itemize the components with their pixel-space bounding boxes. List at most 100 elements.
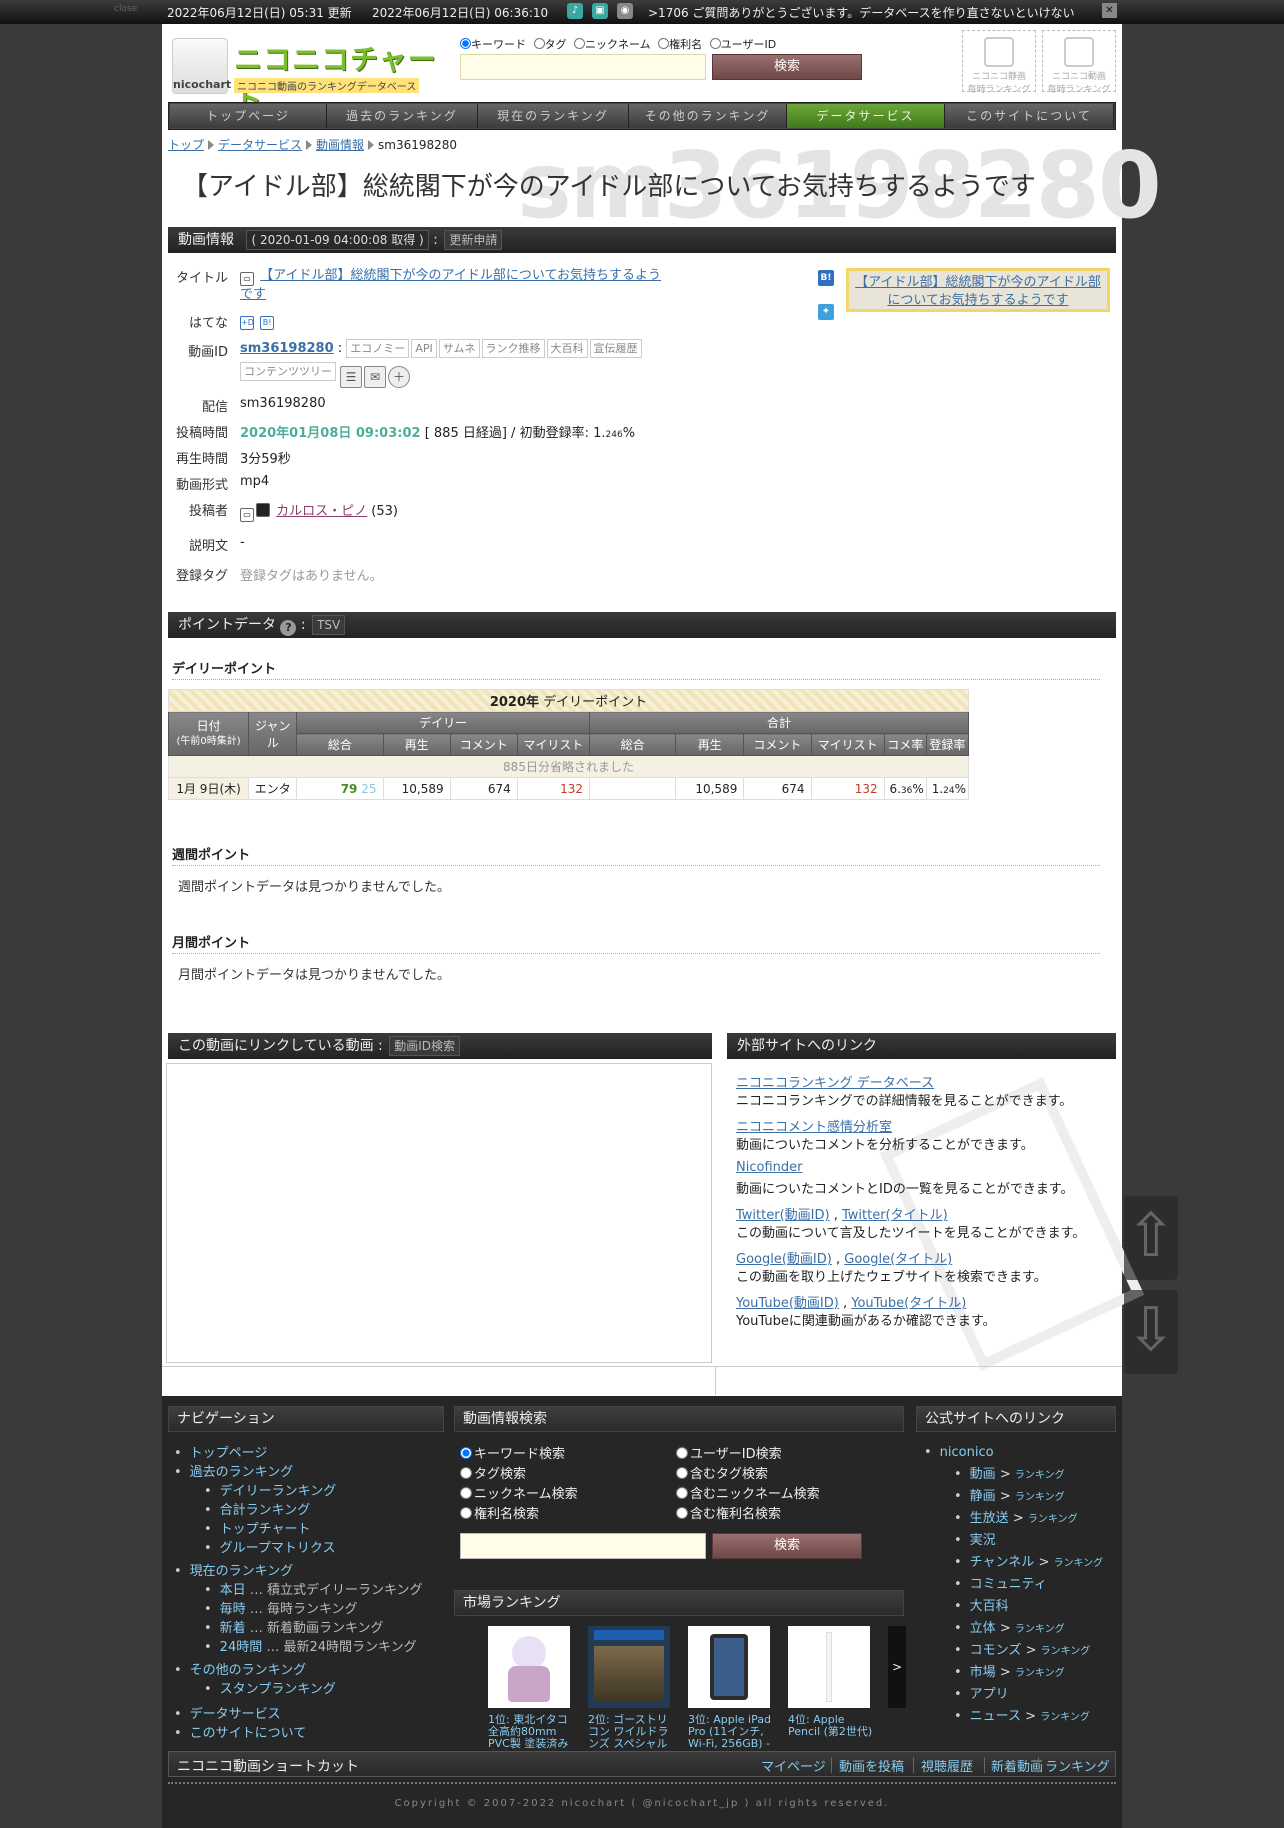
footer-nav-about[interactable]: このサイトについて: [174, 1722, 423, 1741]
footer-nav-other-item[interactable]: スタンプランキング: [174, 1678, 423, 1697]
tag-economy[interactable]: エコノミー: [346, 339, 410, 358]
search-input[interactable]: [460, 54, 706, 80]
nav-past-ranking[interactable]: 過去のランキング: [327, 104, 478, 128]
official-link[interactable]: 大百科: [924, 1596, 1103, 1618]
tsv-button[interactable]: TSV: [312, 615, 346, 635]
ext-link-nicofinder[interactable]: Nicofinder: [736, 1160, 802, 1175]
camera-icon[interactable]: ◉: [617, 3, 633, 19]
official-link[interactable]: 市場 > ランキング: [924, 1662, 1103, 1684]
ext-link-google-id[interactable]: Google(動画ID): [736, 1252, 832, 1267]
radio-tag[interactable]: タグ: [533, 38, 567, 51]
tag-rank-history[interactable]: ランク推移: [481, 339, 545, 358]
close-icon[interactable]: ✕: [1102, 3, 1117, 18]
official-link[interactable]: コモンズ > ランキング: [924, 1640, 1103, 1662]
official-link[interactable]: アプリ: [924, 1684, 1103, 1706]
footer-nav-past-item[interactable]: グループマトリクス: [174, 1537, 423, 1556]
nav-top[interactable]: トップページ: [170, 104, 327, 128]
shortcut-new[interactable]: 新着動画: [991, 1756, 1043, 1775]
search-button[interactable]: 検索: [712, 54, 862, 80]
ext-link-twitter-id[interactable]: Twitter(動画ID): [736, 1208, 830, 1223]
official-link[interactable]: 生放送 > ランキング: [924, 1508, 1103, 1530]
seiga-hourly-ranking-link[interactable]: ニコニコ静画 毎時ランキング: [962, 30, 1036, 95]
footer-nav-other[interactable]: その他のランキング: [174, 1659, 423, 1678]
market-item[interactable]: 4位: Apple Pencil (第2世代): [788, 1626, 878, 1750]
official-link[interactable]: コミュニティ: [924, 1574, 1103, 1596]
hatena-diary-icon[interactable]: +D: [240, 316, 254, 330]
list-icon[interactable]: ☰: [340, 366, 362, 388]
twitter-icon[interactable]: ✦: [818, 304, 834, 320]
title-link[interactable]: 【アイドル部】総統閣下が今のアイドル部についてお気持ちするようです: [240, 268, 661, 302]
footer-nav-current-item[interactable]: 毎時 … 毎時ランキング: [174, 1598, 423, 1617]
official-niconico[interactable]: niconico: [924, 1442, 1103, 1464]
thumbnail-image[interactable]: 【アイドル部】総統閣下が今のアイドル部についてお気持ちするようです: [846, 268, 1110, 312]
breadcrumb-video-info[interactable]: 動画情報: [316, 138, 364, 152]
footer-nav-past-item[interactable]: トップチャート: [174, 1518, 423, 1537]
ext-link-youtube-title[interactable]: YouTube(タイトル): [851, 1296, 966, 1311]
footer-nav-current[interactable]: 現在のランキング: [174, 1560, 423, 1579]
hatena-bookmark-icon[interactable]: B!: [818, 270, 834, 286]
breadcrumb-top[interactable]: トップ: [168, 138, 204, 152]
official-link[interactable]: 動画 > ランキング: [924, 1464, 1103, 1486]
ticker-message[interactable]: >1706 ご質問ありがとうございます。データベースを作り直さないといけない: [648, 4, 1108, 21]
nav-current-ranking[interactable]: 現在のランキング: [478, 104, 629, 128]
footer-radio-incl-rights[interactable]: 含む権利名検索: [676, 1503, 781, 1522]
nav-about[interactable]: このサイトについて: [945, 104, 1114, 128]
help-icon[interactable]: ?: [280, 620, 297, 636]
speaker-icon[interactable]: ♪: [567, 3, 583, 19]
footer-nav-current-item[interactable]: 新着 … 新着動画ランキング: [174, 1617, 423, 1636]
arrow-up-icon[interactable]: ⇧: [1124, 1196, 1178, 1280]
footer-radio-keyword[interactable]: キーワード検索: [460, 1443, 565, 1462]
market-item[interactable]: 1位: 東北イタコ 全高約80mm PVC製 塗装済み完成: [488, 1626, 578, 1750]
user-icon[interactable]: [256, 503, 270, 517]
footer-radio-incl-nickname[interactable]: 含むニックネーム検索: [676, 1483, 820, 1502]
footer-radio-tag[interactable]: タグ検索: [460, 1463, 526, 1482]
radio-keyword[interactable]: キーワード: [460, 38, 526, 51]
radio-rights[interactable]: 権利名: [658, 38, 702, 51]
ext-link-emotion[interactable]: ニコニコメント感情分析室: [736, 1116, 892, 1135]
arrow-down-icon[interactable]: ⇩: [1124, 1290, 1178, 1374]
footer-search-input[interactable]: [460, 1533, 706, 1559]
tag-dic[interactable]: 大百科: [546, 339, 588, 358]
official-link[interactable]: 立体 > ランキング: [924, 1618, 1103, 1640]
footer-nav-past-item[interactable]: デイリーランキング: [174, 1480, 423, 1499]
tag-content-tree[interactable]: コンテンツツリー: [240, 362, 336, 381]
window-icon[interactable]: ▣: [592, 3, 608, 19]
footer-search-button[interactable]: 検索: [712, 1533, 862, 1559]
footer-radio-incl-tag[interactable]: 含むタグ検索: [676, 1463, 768, 1482]
tag-api[interactable]: API: [411, 339, 437, 358]
shortcut-history[interactable]: 視聴履歴: [921, 1756, 973, 1775]
market-item[interactable]: 3位: Apple iPad Pro (11インチ, Wi-Fi, 256GB)…: [688, 1626, 778, 1750]
comment-icon[interactable]: ✉: [364, 366, 386, 388]
ext-link-youtube-id[interactable]: YouTube(動画ID): [736, 1296, 839, 1311]
hatena-bookmark-icon[interactable]: B!: [260, 316, 275, 330]
ext-link-twitter-title[interactable]: Twitter(タイトル): [842, 1208, 948, 1223]
footer-nav-current-item[interactable]: 本日 … 積立式デイリーランキング: [174, 1579, 423, 1598]
footer-nav-data[interactable]: データサービス: [174, 1703, 423, 1722]
footer-nav-past[interactable]: 過去のランキング: [174, 1461, 423, 1480]
video-id-link[interactable]: sm36198280: [240, 341, 334, 356]
footer-radio-userid[interactable]: ユーザーID検索: [676, 1443, 782, 1462]
radio-userid[interactable]: ユーザーID: [709, 38, 776, 51]
ext-link-google-title[interactable]: Google(タイトル): [844, 1252, 952, 1267]
poster-link[interactable]: カルロス・ピノ: [276, 504, 367, 519]
shortcut-upload[interactable]: 動画を投稿: [839, 1756, 904, 1775]
official-link[interactable]: 実況: [924, 1530, 1103, 1552]
breadcrumb-data-service[interactable]: データサービス: [218, 138, 302, 152]
footer-nav-past-item[interactable]: 合計ランキング: [174, 1499, 423, 1518]
official-link[interactable]: ニュース > ランキング: [924, 1706, 1103, 1728]
footer-radio-rights[interactable]: 権利名検索: [460, 1503, 539, 1522]
footer-radio-nickname[interactable]: ニックネーム検索: [460, 1483, 578, 1502]
ext-link-ranking-db[interactable]: ニコニコランキング データベース: [736, 1072, 934, 1091]
douga-hourly-ranking-link[interactable]: ニコニコ動画 毎時ランキング: [1042, 30, 1116, 95]
market-next-button[interactable]: >: [888, 1626, 906, 1708]
official-link[interactable]: チャンネル > ランキング: [924, 1552, 1104, 1574]
official-link[interactable]: 静画 > ランキング: [924, 1486, 1103, 1508]
nav-data-service[interactable]: データサービス: [787, 104, 945, 128]
radio-nickname[interactable]: ニックネーム: [574, 38, 651, 51]
footer-nav-current-item[interactable]: 24時間 … 最新24時間ランキング: [174, 1636, 423, 1655]
plus-icon[interactable]: ＋: [388, 366, 410, 388]
shortcut-mypage[interactable]: マイページ: [761, 1756, 826, 1775]
tag-ad-history[interactable]: 宣伝履歴: [589, 339, 642, 358]
video-id-search-button[interactable]: 動画ID検索: [389, 1036, 460, 1056]
market-item[interactable]: 2位: ゴーストリコン ワイルドランズ スペシャルエ: [588, 1626, 678, 1750]
